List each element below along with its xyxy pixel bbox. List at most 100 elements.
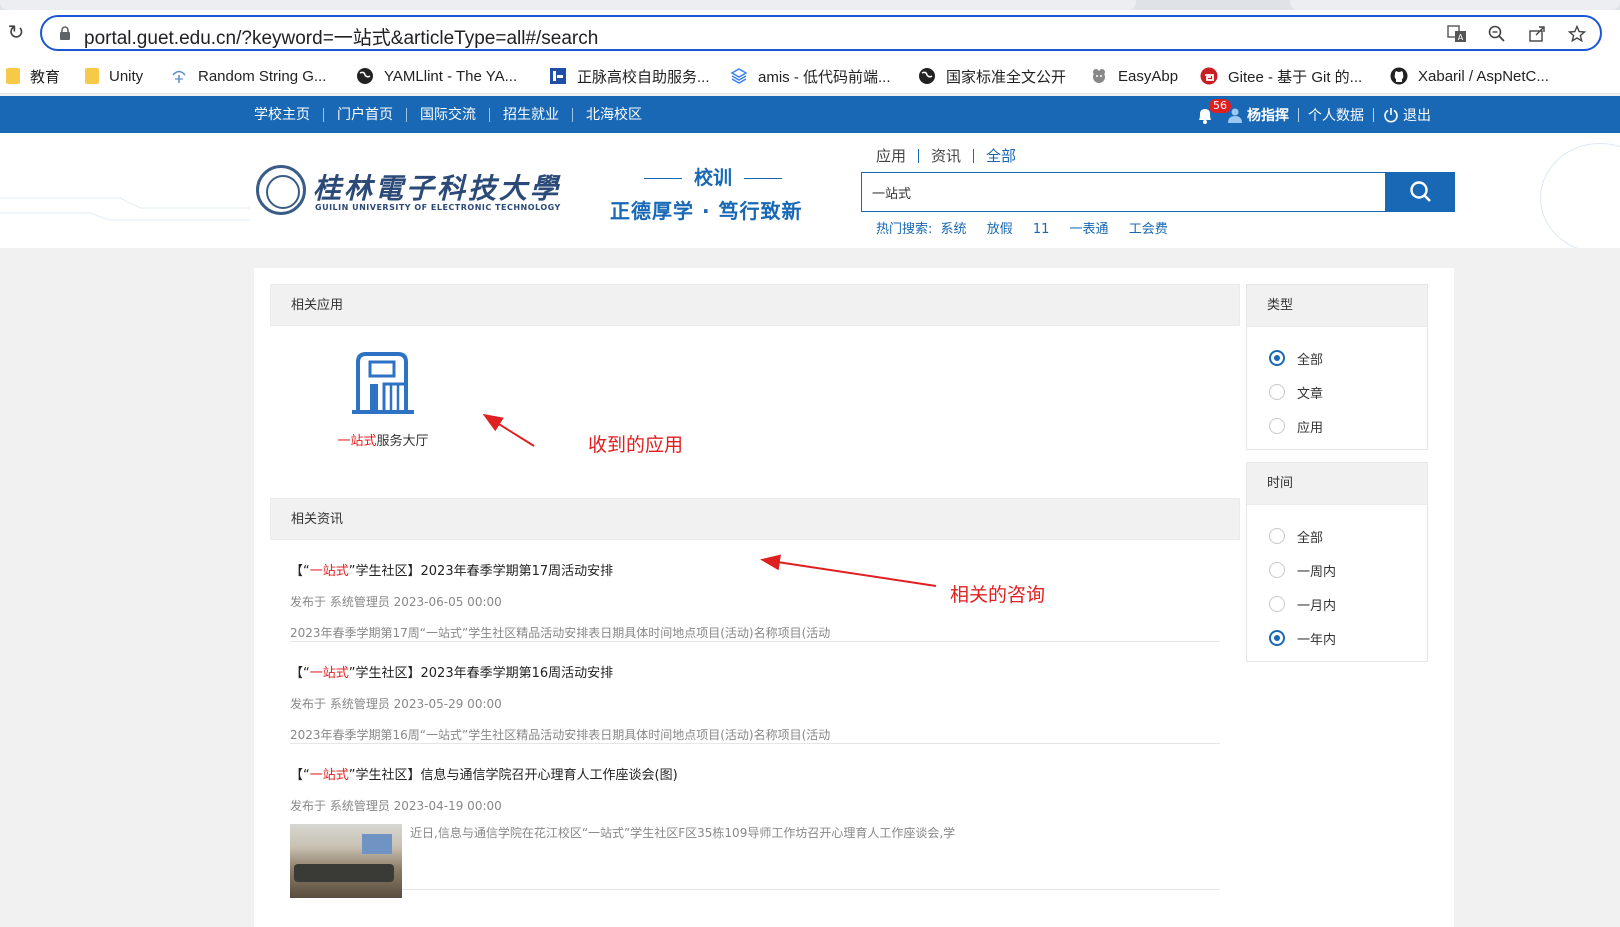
option-label: 一年内 (1297, 632, 1337, 648)
bookmark-item[interactable]: YAMLlint - The YA... (356, 65, 517, 87)
time-option-year[interactable]: 一年内 (1269, 621, 1427, 655)
option-label: 全部 (1297, 530, 1324, 546)
power-icon (1384, 107, 1398, 122)
university-name-en: GUILIN UNIVERSITY OF ELECTRONIC TECHNOLO… (315, 203, 561, 212)
bookmark-item[interactable]: 国家标准全文公开 (918, 65, 1066, 87)
radio-checked[interactable] (1269, 630, 1285, 646)
option-label: 应用 (1297, 420, 1324, 436)
type-option-articles[interactable]: 文章 (1269, 375, 1427, 409)
translate-icon[interactable]: A (1444, 22, 1470, 46)
share-icon[interactable] (1524, 22, 1550, 46)
bookmark-item[interactable]: 正脉高校自助服务... (549, 65, 710, 87)
notification-badge: 56 (1209, 98, 1231, 113)
scope-tab-all[interactable]: 全部 (986, 145, 1016, 166)
bookmark-label: Xabaril / AspNetC... (1418, 67, 1549, 85)
news-thumbnail[interactable] (290, 824, 402, 898)
personal-data-link[interactable]: 个人数据 (1308, 105, 1364, 125)
site-header: 桂林電子科技大學 GUILIN UNIVERSITY OF ELECTRONIC… (0, 133, 1620, 248)
type-option-apps[interactable]: 应用 (1269, 409, 1427, 443)
related-news-header: 相关资讯 (270, 498, 1240, 540)
nav-link-admissions[interactable]: 招生就业 (489, 107, 572, 122)
bookmark-item[interactable]: amis - 低代码前端... (730, 65, 891, 87)
search-button[interactable] (1386, 172, 1455, 212)
notification-bell-icon[interactable]: 56 (1195, 98, 1231, 125)
bookmark-label: amis - 低代码前端... (758, 68, 891, 86)
gitee-icon (1200, 67, 1218, 85)
search-input[interactable] (872, 173, 1372, 211)
logout-link[interactable]: 退出 (1403, 105, 1431, 125)
keyword-highlight: 一站式 (309, 768, 349, 783)
bookmark-label: 国家标准全文公开 (946, 68, 1067, 86)
news-item: 【“一站式”学生社区】2023年春季学期第16周活动安排 发布于 系统管理员 2… (290, 642, 1220, 744)
bookmark-item[interactable]: Xabaril / AspNetC... (1390, 65, 1549, 87)
hot-search-item[interactable]: 系统 (941, 222, 967, 237)
radio-unchecked[interactable] (1269, 528, 1285, 544)
time-filter-title: 时间 (1247, 463, 1427, 505)
radio-unchecked[interactable] (1269, 596, 1285, 612)
option-label: 文章 (1297, 386, 1324, 402)
time-option-all[interactable]: 全部 (1269, 519, 1427, 553)
time-option-month[interactable]: 一月内 (1269, 587, 1427, 621)
title-text: ”学生社区】信息与通信学院召开心理育人工作座谈会(图) (348, 768, 678, 783)
hot-search-label: 热门搜索: (876, 222, 933, 237)
browser-tab[interactable] (1290, 0, 1620, 10)
header-decoration (0, 197, 250, 221)
radio-unchecked[interactable] (1269, 562, 1285, 578)
news-title[interactable]: 【“一站式”学生社区】2023年春季学期第16周活动安排 (290, 662, 1220, 681)
hot-search-item[interactable]: 放假 (987, 222, 1013, 237)
username[interactable]: 杨指挥 (1247, 105, 1289, 125)
news-title[interactable]: 【“一站式”学生社区】信息与通信学院召开心理育人工作座谈会(图) (290, 764, 1220, 783)
bookmark-label: YAMLlint - The YA... (384, 67, 518, 85)
news-summary: 2023年春季学期第16周“一站式”学生社区精品活动安排表日期具体时间地点项目(… (290, 728, 831, 742)
browser-tab[interactable] (0, 0, 1136, 10)
filter-column: 类型 全部 文章 应用 时间 全部 一周内 一月内 一年内 (1246, 284, 1428, 674)
zoom-icon[interactable] (1484, 22, 1510, 46)
news-title[interactable]: 【“一站式”学生社区】2023年春季学期第17周活动安排 (290, 560, 1220, 579)
bookmark-item[interactable]: Random String G... (170, 65, 326, 87)
site-top-bar: 学校主页 门户首页 国际交流 招生就业 北海校区 56 杨指挥 个人数据 退出 (0, 96, 1620, 133)
type-option-all[interactable]: 全部 (1269, 341, 1427, 375)
reload-icon[interactable]: ↻ (4, 20, 28, 44)
type-filter: 类型 全部 文章 应用 (1246, 284, 1428, 450)
folder-icon (6, 68, 20, 84)
scope-tab-news[interactable]: 资讯 (931, 145, 961, 166)
url-text[interactable]: portal.guet.edu.cn/?keyword=一站式&articleT… (84, 23, 598, 50)
address-bar[interactable]: portal.guet.edu.cn/?keyword=一站式&articleT… (40, 15, 1602, 51)
hot-search-item[interactable]: 11 (1033, 222, 1050, 237)
radio-unchecked[interactable] (1269, 418, 1285, 434)
app-tile-service-hall[interactable]: 一站式服务大厅 (318, 348, 448, 449)
bookmark-label: 教育 (30, 68, 61, 86)
time-option-week[interactable]: 一周内 (1269, 553, 1427, 587)
folder-icon (85, 68, 99, 84)
title-text: ”学生社区】2023年春季学期第17周活动安排 (348, 564, 614, 579)
bookmark-item[interactable]: Unity (85, 65, 143, 87)
nav-link-school-home[interactable]: 学校主页 (254, 108, 323, 122)
hot-search-item[interactable]: 工会费 (1129, 222, 1168, 237)
bookmark-item[interactable]: Gitee - 基于 Git 的... (1200, 65, 1362, 87)
nav-link-portal-home[interactable]: 门户首页 (323, 107, 406, 122)
radio-unchecked[interactable] (1269, 384, 1285, 400)
university-name-cn[interactable]: 桂林電子科技大學 (313, 167, 561, 207)
service-hall-icon (352, 352, 414, 414)
hot-search-item[interactable]: 一表通 (1070, 222, 1109, 237)
divider (973, 148, 975, 163)
bookmark-item[interactable]: 教育 (6, 65, 60, 87)
results-column: 相关应用 一站式服务大厅 收到的应用 相关资讯 相关的咨询 【“一站式”学生社区… (270, 284, 1240, 898)
bookmark-item[interactable]: EasyAbp (1090, 65, 1178, 87)
keyword-highlight: 一站式 (309, 564, 349, 579)
radio-checked[interactable] (1269, 350, 1285, 366)
university-seal-logo[interactable] (256, 165, 306, 215)
divider (1298, 107, 1299, 122)
top-nav: 学校主页 门户首页 国际交流 招生就业 北海校区 (254, 96, 655, 133)
scope-tab-apps[interactable]: 应用 (876, 145, 906, 166)
nav-link-international[interactable]: 国际交流 (406, 107, 489, 122)
option-label: 一月内 (1297, 598, 1337, 614)
search-box (861, 172, 1386, 212)
hot-searches: 热门搜索: 系统 放假 11 一表通 工会费 (876, 218, 1184, 237)
bookmark-label: Unity (109, 67, 144, 85)
search-results-container: 相关应用 一站式服务大厅 收到的应用 相关资讯 相关的咨询 【“一站式”学生社区… (254, 268, 1454, 927)
news-item: 【“一站式”学生社区】信息与通信学院召开心理育人工作座谈会(图) 发布于 系统管… (290, 744, 1220, 898)
motto-heading: 校训 (632, 163, 794, 190)
nav-link-beihai[interactable]: 北海校区 (572, 107, 655, 122)
bookmark-star-icon[interactable] (1564, 22, 1590, 46)
